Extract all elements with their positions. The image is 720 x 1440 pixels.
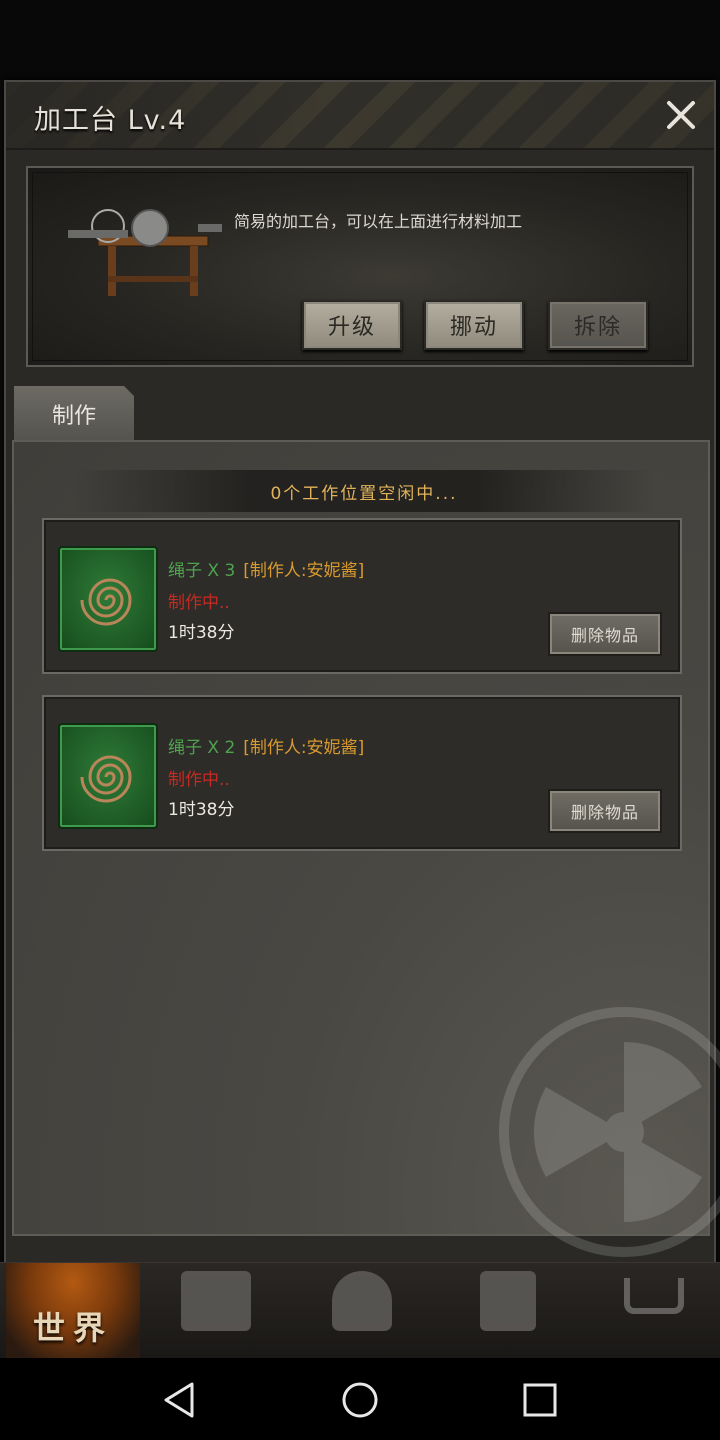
item-slot [58, 723, 158, 829]
back-icon[interactable] [158, 1378, 202, 1422]
nav-world-label: 世界 [32, 1309, 113, 1347]
info-panel: 简易的加工台，可以在上面进行材料加工 升级 挪动 拆除 [26, 166, 694, 367]
tab-bar: 制作 [12, 384, 712, 442]
item-time-remaining: 1时38分 [168, 623, 235, 643]
workbench-icon [68, 209, 222, 296]
backpack-icon [181, 1271, 251, 1331]
close-icon [667, 101, 695, 129]
nav-shop[interactable] [584, 1263, 720, 1359]
item-name: 绳子 X 2 [168, 738, 236, 758]
dialog-header: 加工台 Lv.4 [6, 82, 714, 150]
remove-button[interactable]: 拆除 [548, 300, 648, 350]
upgrade-button[interactable]: 升级 [302, 300, 402, 350]
system-nav-bar [0, 1358, 720, 1440]
nav-backpack[interactable] [146, 1263, 286, 1359]
item-slot [58, 546, 158, 652]
home-icon[interactable] [338, 1378, 382, 1422]
delete-item-button[interactable]: 删除物品 [548, 612, 662, 656]
close-button[interactable] [662, 96, 700, 134]
game-bottom-nav: 世界 [0, 1262, 720, 1359]
cart-icon [624, 1278, 684, 1314]
character-icon [332, 1271, 392, 1331]
dialog-title: 加工台 Lv.4 [34, 105, 187, 136]
delete-item-button[interactable]: 删除物品 [548, 789, 662, 833]
screen: 加工台 Lv.4 简易的加工台，可以在上面进行材料加工 升级 挪动 拆除 制作 … [0, 0, 720, 1440]
radiation-watermark-icon [499, 1007, 720, 1257]
workbench-description: 简易的加工台，可以在上面进行材料加工 [234, 212, 523, 231]
rope-icon [80, 578, 132, 626]
item-status: 制作中.. [168, 770, 230, 790]
slot-status-bar: 0个工作位置空闲中... [74, 470, 654, 512]
item-maker: [制作人:安妮酱] [243, 561, 365, 581]
workbench-dialog: 加工台 Lv.4 简易的加工台，可以在上面进行材料加工 升级 挪动 拆除 制作 … [4, 80, 720, 1270]
move-button[interactable]: 挪动 [424, 300, 524, 350]
item-time-remaining: 1时38分 [168, 800, 235, 820]
phone-icon [480, 1271, 536, 1331]
tab-craft[interactable]: 制作 [12, 384, 136, 442]
recent-apps-icon[interactable] [518, 1378, 562, 1422]
craft-item: 绳子 X 3 [制作人:安妮酱] 制作中.. 1时38分 删除物品 [42, 518, 682, 674]
item-name: 绳子 X 3 [168, 561, 236, 581]
craft-panel: 0个工作位置空闲中... 绳子 X 3 [制作人:安妮酱] 制作中.. 1时38分… [12, 440, 720, 1257]
item-status: 制作中.. [168, 593, 230, 613]
nav-phone[interactable] [438, 1263, 578, 1359]
nav-world[interactable]: 世界 [6, 1263, 140, 1359]
slot-status-text: 0个工作位置空闲中... [270, 483, 458, 504]
craft-item: 绳子 X 2 [制作人:安妮酱] 制作中.. 1时38分 删除物品 [42, 695, 682, 851]
nav-character[interactable] [292, 1263, 432, 1359]
item-maker: [制作人:安妮酱] [243, 738, 365, 758]
rope-icon [80, 755, 132, 803]
